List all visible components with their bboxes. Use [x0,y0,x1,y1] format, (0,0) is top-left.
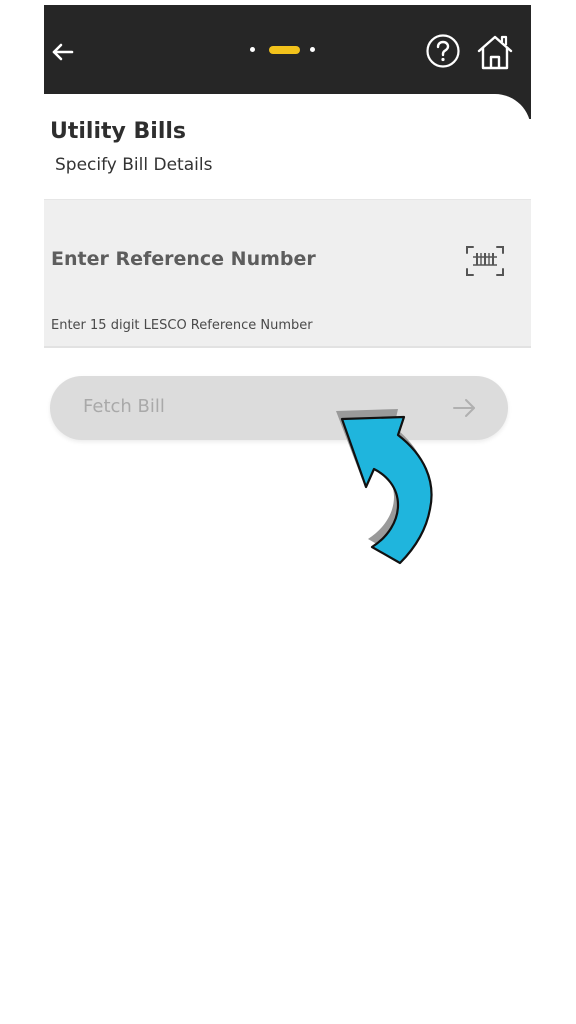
tutorial-pointer [334,405,438,567]
fetch-bill-button[interactable]: Fetch Bill [50,376,508,440]
reference-number-hint: Enter 15 digit LESCO Reference Number [51,318,313,333]
reference-number-field[interactable]: Enter Reference Number Enter 15 digit LE… [44,199,531,348]
fetch-arrow [451,396,477,420]
curved-arrow-pointer-icon [336,409,433,565]
home-button[interactable] [475,32,515,72]
page-title: Utility Bills [50,119,187,144]
barcode-scan-icon [466,246,504,276]
step-dot-2-active [269,46,300,54]
help-button[interactable] [425,33,461,69]
home-icon [477,35,513,70]
back-button[interactable] [48,37,78,67]
screen: Utility Bills Specify Bill Details Enter… [0,0,576,1024]
reference-number-label: Enter Reference Number [51,248,316,270]
page-subtitle: Specify Bill Details [55,155,213,175]
fetch-bill-label: Fetch Bill [83,396,165,417]
question-circle-icon [426,34,460,68]
arrow-left-icon [52,43,74,61]
scan-barcode-button[interactable] [465,244,505,278]
step-dot-3 [310,47,315,52]
arrow-right-icon [453,399,475,417]
app-screen: Utility Bills Specify Bill Details Enter… [44,5,531,1024]
step-dot-1 [250,47,255,52]
